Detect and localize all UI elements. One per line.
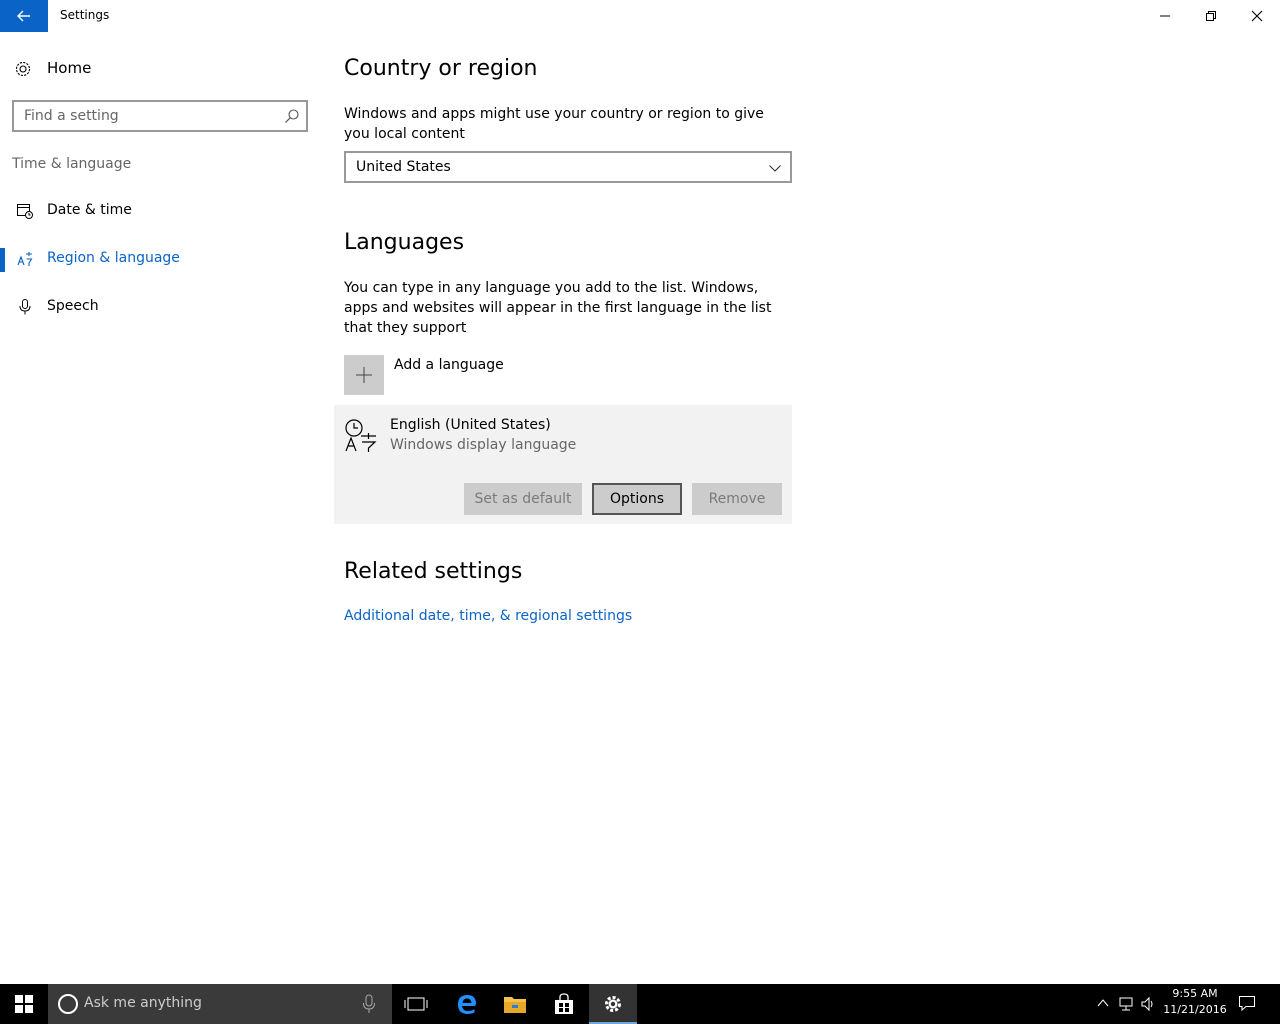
country-dropdown[interactable]: United States: [344, 151, 792, 183]
clock-date: 11/21/2016: [1163, 1003, 1227, 1016]
sidebar-item-date-time[interactable]: Date & time: [0, 192, 320, 232]
edge-button[interactable]: [443, 984, 491, 1024]
minimize-icon: [1160, 15, 1170, 17]
folder-icon: [504, 997, 526, 1013]
close-button[interactable]: [1234, 0, 1280, 32]
minimize-button[interactable]: [1142, 0, 1188, 32]
start-button[interactable]: [0, 984, 48, 1024]
window-title: Settings: [60, 8, 110, 22]
options-button[interactable]: Options: [592, 483, 682, 515]
language-icon: [345, 419, 377, 452]
sidebar-item-speech[interactable]: Speech: [0, 288, 320, 328]
sidebar-item-label: Region & language: [47, 250, 180, 266]
store-button[interactable]: [540, 984, 588, 1024]
title-bar: Settings: [0, 0, 1280, 32]
store-icon: [555, 993, 573, 1014]
sidebar: Home Time & language Date & time Region …: [0, 32, 320, 984]
languages-heading: Languages: [344, 230, 465, 255]
language-name: English (United States): [390, 417, 551, 433]
add-language-button[interactable]: Add a language: [344, 355, 644, 395]
remove-button[interactable]: Remove: [692, 483, 782, 515]
chevron-up-icon[interactable]: [1096, 996, 1110, 1010]
cortana-icon: [58, 994, 78, 1014]
region-language-icon: [17, 252, 33, 266]
plus-icon: [356, 367, 372, 383]
microphone-icon: [19, 299, 31, 315]
search-input[interactable]: [24, 107, 274, 125]
languages-description: You can type in any language you add to …: [344, 280, 772, 336]
calendar-clock-icon: [17, 204, 33, 219]
network-icon[interactable]: [1118, 996, 1134, 1012]
sidebar-item-region-language[interactable]: Region & language: [0, 240, 320, 280]
microphone-icon[interactable]: [362, 994, 376, 1014]
back-arrow-icon: [17, 10, 30, 22]
gear-icon: [605, 996, 621, 1012]
country-heading: Country or region: [344, 56, 538, 81]
sidebar-item-home[interactable]: Home: [0, 52, 320, 84]
action-center-icon[interactable]: [1238, 994, 1256, 1012]
search-icon[interactable]: [284, 108, 300, 124]
chevron-down-icon: [769, 165, 781, 172]
add-language-label: Add a language: [394, 357, 504, 373]
restore-icon: [1206, 11, 1216, 21]
restore-button[interactable]: [1188, 0, 1234, 32]
country-description: Windows and apps might use your country …: [344, 106, 764, 142]
language-entry-english[interactable]: English (United States) Windows display …: [334, 405, 792, 524]
cortana-placeholder: Ask me anything: [84, 995, 202, 1011]
language-subtitle: Windows display language: [390, 437, 577, 453]
task-view-button[interactable]: [392, 984, 440, 1024]
set-as-default-button[interactable]: Set as default: [464, 483, 582, 515]
plus-box: [344, 355, 384, 395]
windows-logo-icon: [15, 995, 33, 1013]
sidebar-item-label: Date & time: [47, 202, 132, 218]
file-explorer-button[interactable]: [491, 984, 539, 1024]
sidebar-section-label: Time & language: [12, 156, 132, 172]
country-selected-value: United States: [356, 159, 451, 175]
gear-icon: [15, 61, 31, 77]
main-content: Country or region Windows and apps might…: [334, 32, 1244, 984]
active-indicator: [0, 248, 5, 272]
cortana-search-box[interactable]: Ask me anything: [48, 984, 392, 1024]
task-view-icon: [404, 997, 428, 1011]
settings-taskbar-button[interactable]: [589, 984, 637, 1024]
clock-time: 9:55 AM: [1172, 987, 1218, 1000]
additional-regional-settings-link[interactable]: Additional date, time, & regional settin…: [344, 608, 632, 624]
clock[interactable]: 9:55 AM 11/21/2016: [1150, 986, 1240, 1022]
sidebar-item-label: Home: [47, 59, 92, 77]
taskbar: Ask me anything 9:55 AM 11/21/2016: [0, 984, 1280, 1024]
search-box[interactable]: [12, 100, 308, 132]
close-icon: [1251, 10, 1263, 22]
edge-icon: [458, 995, 476, 1014]
related-settings-heading: Related settings: [344, 559, 523, 584]
back-button[interactable]: [0, 0, 48, 32]
sidebar-item-label: Speech: [47, 298, 99, 314]
